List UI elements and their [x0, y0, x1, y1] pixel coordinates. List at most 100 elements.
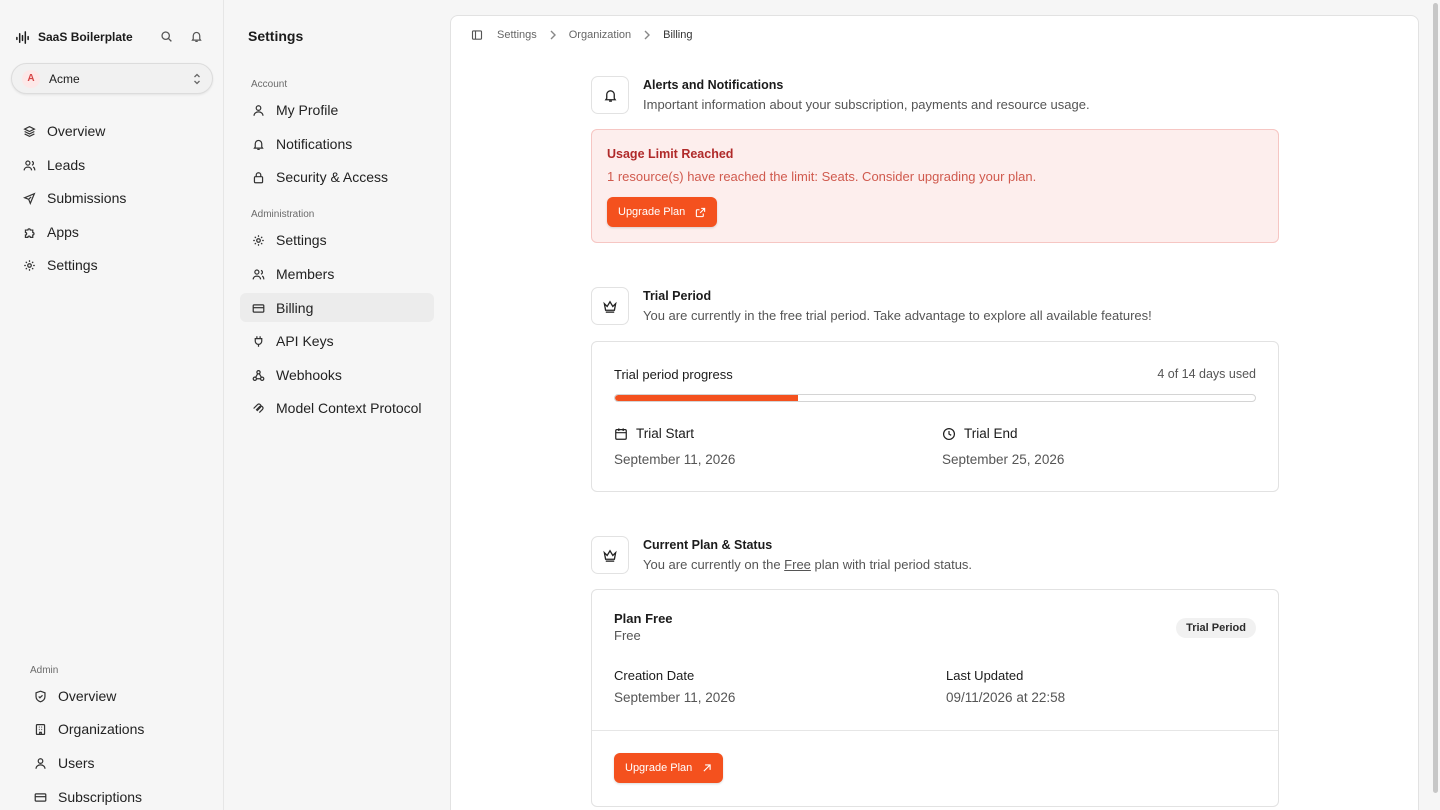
settings-item-billing[interactable]: Billing — [251, 294, 313, 322]
creation-date-label: Creation Date — [614, 668, 695, 683]
trial-start-heading: Trial Start — [614, 426, 694, 441]
sidebar-item-label: Submissions — [47, 190, 127, 206]
settings-nav: Settings Account My Profile Notification… — [225, 0, 449, 810]
settings-item-label: API Keys — [276, 333, 334, 349]
settings-item-label: Billing — [276, 300, 314, 316]
settings-item-label: Settings — [276, 232, 327, 248]
last-updated-value: 09/11/2026 at 22:58 — [946, 690, 1066, 705]
scrollbar-thumb[interactable] — [1433, 3, 1438, 793]
alert-title: Usage Limit Reached — [607, 147, 734, 161]
gear-icon — [251, 233, 265, 247]
alert-message: 1 resource(s) have reached the limit: Se… — [607, 169, 1037, 184]
sidebar-item-submissions[interactable]: Submissions — [22, 184, 126, 212]
breadcrumb-settings[interactable]: Settings — [497, 29, 537, 41]
breadcrumb-billing: Billing — [663, 29, 693, 41]
org-avatar: A — [22, 69, 40, 88]
trial-end-heading: Trial End — [942, 426, 1018, 441]
card-icon — [33, 790, 47, 804]
last-updated-label: Last Updated — [946, 668, 1024, 683]
account-section-label: Account — [251, 79, 288, 90]
card-icon — [251, 301, 265, 315]
org-name: Acme — [49, 71, 80, 86]
creation-date-value: September 11, 2026 — [614, 690, 736, 705]
sidebar-item-label: Users — [58, 755, 95, 771]
settings-item-settings[interactable]: Settings — [251, 226, 327, 254]
users-icon — [251, 267, 265, 281]
app-brand[interactable]: SaaS Boilerplate — [15, 28, 133, 46]
crown-icon — [591, 287, 629, 325]
sidebar-item-label: Overview — [47, 123, 106, 139]
trial-end-label: Trial End — [964, 426, 1018, 441]
shield-icon — [33, 689, 47, 703]
external-link-icon — [695, 207, 706, 218]
settings-item-mcp[interactable]: Model Context Protocol — [251, 394, 422, 422]
mcp-icon — [251, 401, 265, 415]
layers-icon — [22, 124, 36, 138]
trial-title: Trial Period — [643, 289, 712, 303]
sidebar-item-leads[interactable]: Leads — [22, 151, 85, 179]
trial-progress-bar — [614, 394, 1256, 402]
settings-item-security[interactable]: Security & Access — [251, 163, 388, 191]
upgrade-plan-button[interactable]: Upgrade Plan — [614, 753, 724, 783]
trial-start-date: September 11, 2026 — [614, 452, 736, 467]
webhook-icon — [251, 368, 265, 382]
send-icon — [22, 191, 36, 205]
sidebar-item-users[interactable]: Users — [33, 749, 95, 777]
upgrade-plan-button[interactable]: Upgrade Plan — [607, 197, 718, 227]
sidebar-item-organizations[interactable]: Organizations — [33, 715, 144, 743]
settings-item-my-profile[interactable]: My Profile — [251, 96, 338, 124]
user-icon — [33, 756, 47, 770]
org-switcher[interactable]: A Acme — [11, 63, 213, 94]
plan-subtitle: Free — [614, 628, 641, 643]
trial-end-date: September 25, 2026 — [942, 452, 1065, 467]
current-plan-card: Plan Free Free Trial Period Creation Dat… — [591, 589, 1279, 807]
admin-section-label: Admin — [30, 665, 59, 676]
settings-item-members[interactable]: Members — [251, 260, 334, 288]
sidebar-item-overview[interactable]: Overview — [22, 117, 105, 145]
progress-count: 4 of 14 days used — [1157, 367, 1256, 381]
search-icon[interactable] — [160, 30, 174, 44]
logo-icon — [15, 30, 30, 45]
sidebar-item-label: Overview — [58, 688, 117, 704]
sidebar-item-settings[interactable]: Settings — [22, 251, 98, 279]
plug-icon — [251, 334, 265, 348]
sidebar-item-subscriptions[interactable]: Subscriptions — [33, 783, 142, 810]
button-label: Upgrade Plan — [618, 206, 686, 218]
sidebar-toggle-icon[interactable] — [471, 29, 483, 41]
card-divider — [592, 730, 1278, 731]
settings-item-label: Notifications — [276, 136, 353, 152]
settings-item-label: Webhooks — [276, 367, 342, 383]
gear-icon — [22, 258, 36, 272]
trial-subtitle: You are currently in the free trial peri… — [643, 308, 1152, 323]
alerts-subtitle: Important information about your subscri… — [643, 97, 1090, 112]
chevron-up-down-icon — [191, 72, 203, 86]
sidebar-item-admin-overview[interactable]: Overview — [33, 682, 116, 710]
sidebar-item-label: Subscriptions — [58, 789, 143, 805]
sidebar-item-apps[interactable]: Apps — [22, 218, 79, 246]
puzzle-icon — [22, 225, 36, 239]
settings-item-label: Model Context Protocol — [276, 400, 422, 416]
trial-progress-fill — [615, 395, 798, 401]
crown-icon — [591, 536, 629, 574]
trial-start-label: Trial Start — [636, 426, 695, 441]
plan-free-link: Free — [784, 557, 811, 572]
alerts-bell-icon — [591, 76, 629, 114]
breadcrumb-organization[interactable]: Organization — [569, 29, 631, 41]
plan-section-subtitle: You are currently on the Free plan with … — [643, 557, 973, 572]
sidebar-item-label: Apps — [47, 224, 79, 240]
button-label: Upgrade Plan — [625, 762, 693, 774]
settings-item-webhooks[interactable]: Webhooks — [251, 361, 342, 389]
chevron-right-icon — [643, 30, 651, 40]
settings-item-label: My Profile — [276, 102, 339, 118]
user-icon — [251, 103, 265, 117]
usage-limit-alert: Usage Limit Reached 1 resource(s) have r… — [591, 129, 1279, 243]
sidebar-item-label: Leads — [47, 157, 86, 173]
breadcrumb: Settings Organization Billing — [471, 28, 692, 42]
settings-item-api-keys[interactable]: API Keys — [251, 327, 334, 355]
settings-item-notifications[interactable]: Notifications — [251, 130, 352, 158]
administration-section-label: Administration — [251, 209, 315, 220]
building-icon — [33, 722, 47, 736]
bell-icon[interactable] — [190, 30, 204, 44]
users-icon — [22, 158, 36, 172]
trial-progress-card: Trial period progress 4 of 14 days used … — [591, 341, 1279, 492]
